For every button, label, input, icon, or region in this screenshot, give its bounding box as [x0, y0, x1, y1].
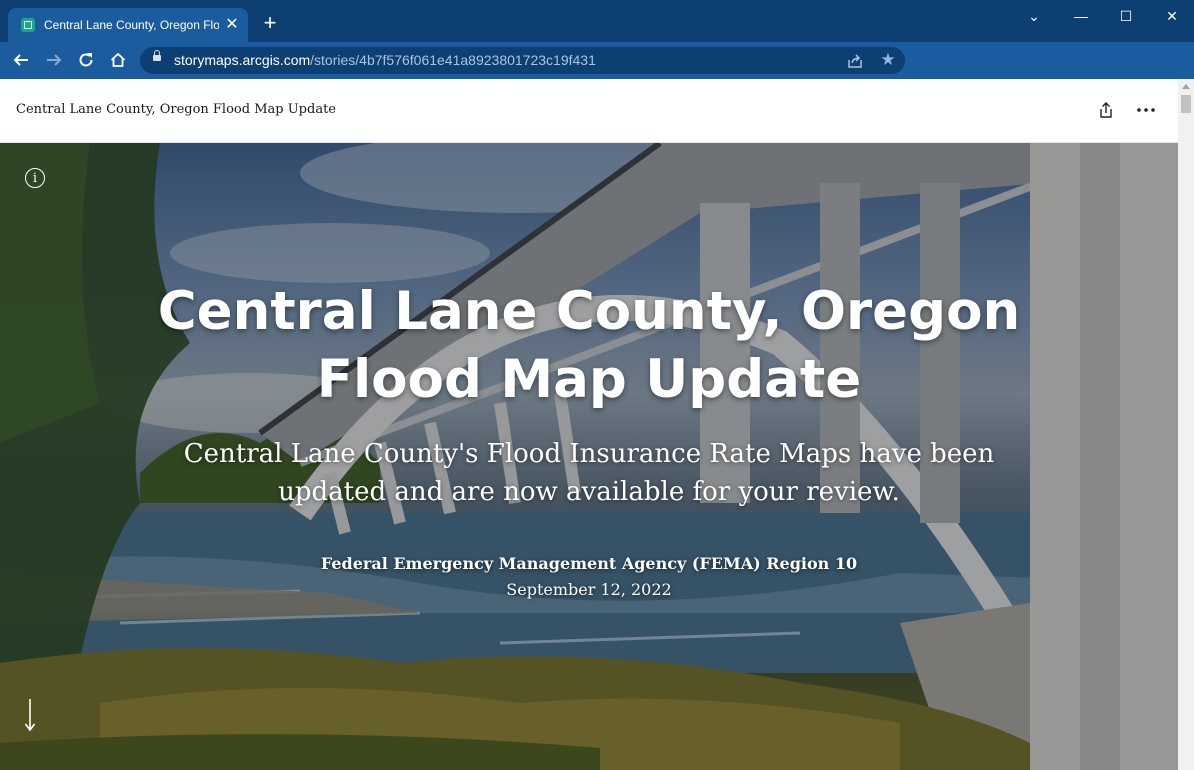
back-button[interactable] — [9, 48, 33, 72]
hero-cover: i Central Lane County, Oregon Flood Map … — [0, 143, 1178, 770]
story-header: Central Lane County, Oregon Flood Map Up… — [0, 79, 1178, 143]
story-header-title: Central Lane County, Oregon Flood Map Up… — [16, 102, 336, 117]
lock-icon — [153, 50, 161, 61]
page-scrollbar[interactable] — [1178, 79, 1194, 770]
url-path: /stories/4b7f576f061e41a8923801723c19f43… — [310, 52, 596, 68]
share-page-icon[interactable] — [846, 52, 864, 70]
close-tab-icon[interactable]: ✕ — [224, 16, 240, 34]
tab-search-button[interactable]: ⌄ — [1021, 6, 1047, 26]
url-host: storymaps.arcgis.com — [174, 52, 311, 68]
scroll-up-arrow-icon[interactable] — [1182, 84, 1190, 89]
story-subtitle: Central Lane County's Flood Insurance Ra… — [183, 439, 995, 507]
tab-title: Central Lane County, Oregon Flo — [44, 18, 219, 32]
more-options-icon[interactable] — [1134, 100, 1158, 120]
browser-tab[interactable]: Central Lane County, Oregon Flo ✕ — [8, 8, 248, 42]
arrow-left-icon — [13, 54, 28, 66]
bookmark-star-icon[interactable]: ★ — [878, 50, 898, 70]
home-button[interactable] — [106, 48, 130, 72]
scroll-down-arrow-icon[interactable] — [24, 699, 36, 735]
browser-tab-bar: Central Lane County, Oregon Flo ✕ + ⌄ — … — [0, 0, 1194, 42]
share-icon[interactable] — [1096, 100, 1116, 120]
home-icon — [110, 52, 126, 67]
info-icon[interactable]: i — [25, 168, 45, 188]
new-tab-button[interactable]: + — [258, 11, 282, 35]
scrollbar-thumb[interactable] — [1181, 95, 1191, 113]
browser-toolbar: storymaps.arcgis.com/stories/4b7f576f061… — [0, 42, 1194, 80]
story-title: Central Lane County, Oregon Flood Map Up… — [157, 281, 1021, 410]
maximize-button[interactable]: ☐ — [1113, 6, 1139, 26]
storymaps-favicon-icon — [21, 18, 35, 32]
reload-icon — [79, 53, 93, 67]
close-window-button[interactable]: ✕ — [1159, 6, 1185, 26]
minimize-button[interactable]: — — [1068, 6, 1094, 26]
forward-button[interactable] — [42, 48, 66, 72]
arrow-right-icon — [47, 54, 62, 66]
address-bar[interactable]: storymaps.arcgis.com/stories/4b7f576f061… — [140, 47, 905, 74]
story-byline: Federal Emergency Management Agency (FEM… — [320, 554, 858, 573]
url-text[interactable]: storymaps.arcgis.com/stories/4b7f576f061… — [174, 52, 596, 69]
reload-button[interactable] — [74, 48, 98, 72]
story-date: September 12, 2022 — [506, 580, 672, 599]
